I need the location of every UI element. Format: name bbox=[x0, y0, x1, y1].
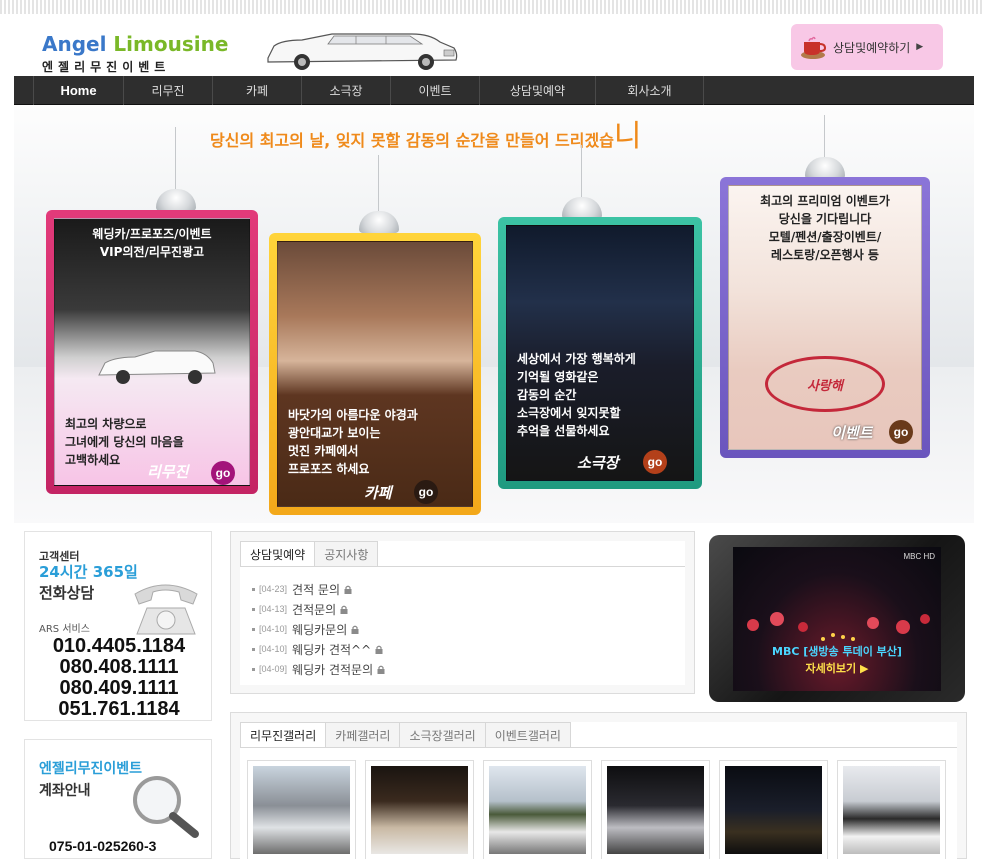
channel-logo: MBC HD bbox=[903, 552, 935, 561]
bullet-icon bbox=[252, 647, 255, 651]
bullet-icon bbox=[252, 627, 255, 631]
candle-lights bbox=[747, 612, 930, 641]
nav-item-limousine[interactable]: 리무진 bbox=[124, 76, 213, 105]
account-info-box: 엔젤리무진이벤트 계좌안내 075-01-025260-3 bbox=[24, 739, 212, 859]
gallery-tabs: 리무진갤러리 카페갤러리 소극장갤러리 이벤트갤러리 bbox=[240, 722, 571, 748]
gallery-thumbnail[interactable] bbox=[601, 760, 710, 859]
frame-sign-theater: 소극장 bbox=[577, 454, 619, 472]
nav-item-cafe[interactable]: 카페 bbox=[213, 76, 302, 105]
nav-item-reservation[interactable]: 상담및예약 bbox=[480, 76, 596, 105]
nav-item-theater[interactable]: 소극장 bbox=[302, 76, 391, 105]
ars-service-label: ARS 서비스 bbox=[39, 624, 90, 635]
board-panel: 상담및예약 공지사항 [04-23] 견적 문의 [04-13] 견적문의 [0… bbox=[230, 531, 695, 694]
white-limousine-image bbox=[98, 350, 216, 384]
banner-headline: 당신의 최고의 날, 잊지 못할 감동의 순간을 만들어 드리겠습니 bbox=[210, 119, 642, 154]
lock-icon bbox=[375, 645, 383, 654]
list-item[interactable]: [04-13] 견적문의 bbox=[252, 599, 385, 619]
go-button-cafe[interactable]: go bbox=[414, 480, 438, 504]
phone-number: 010.4405.1184 bbox=[52, 635, 186, 657]
phone-number-list: 010.4405.1184 080.408.1111 080.409.1111 … bbox=[31, 636, 207, 720]
nav-item-event[interactable]: 이벤트 bbox=[391, 76, 480, 105]
gallery-thumbnail[interactable] bbox=[365, 760, 474, 859]
telephone-icon bbox=[134, 584, 198, 635]
tab-event-gallery[interactable]: 이벤트갤러리 bbox=[484, 722, 571, 747]
customer-center-hours: 24시간 365일 bbox=[39, 563, 138, 581]
hero-banner: 당신의 최고의 날, 잊지 못할 감동의 순간을 만들어 드리겠습니 웨딩카/프… bbox=[14, 105, 974, 523]
frame-sign-limousine: 리무진 bbox=[147, 463, 189, 481]
bullet-icon bbox=[252, 667, 255, 671]
nav-spacer bbox=[14, 76, 34, 105]
limousine-car-image bbox=[267, 33, 458, 70]
top-dotted-border bbox=[0, 0, 983, 14]
reserve-button-label: 상담및예약하기 bbox=[833, 40, 911, 55]
ceiling-lamp bbox=[156, 189, 196, 211]
lock-icon bbox=[351, 625, 359, 634]
go-button-event[interactable]: go bbox=[889, 420, 913, 444]
customer-center-box: 고객센터 24시간 365일 전화상담 ARS 서비스 010.4405.118… bbox=[24, 531, 212, 721]
bullet-icon bbox=[252, 607, 255, 611]
site-logo[interactable]: Angel Limousine 엔젤리무진이벤트 bbox=[42, 32, 228, 75]
coffee-cup-icon bbox=[801, 36, 827, 59]
logo-word-angel: Angel bbox=[42, 32, 107, 56]
tab-cafe-gallery[interactable]: 카페갤러리 bbox=[325, 722, 401, 747]
video-caption-title: MBC [생방송 투데이 부산] bbox=[772, 645, 902, 658]
banner-headline-last-char: 니 bbox=[613, 119, 642, 154]
account-subtitle: 계좌안내 bbox=[39, 783, 91, 799]
main-nav: Home 리무진 카페 소극장 이벤트 상담및예약 회사소개 bbox=[14, 76, 974, 105]
list-item[interactable]: [04-10] 웨딩카 견적^^ bbox=[252, 639, 385, 659]
tab-notice[interactable]: 공지사항 bbox=[314, 541, 379, 566]
phone-number: 080.408.1111 bbox=[59, 656, 179, 678]
banner-frame-theater[interactable]: 세상에서 가장 행복하게 기억될 영화같은 감동의 순간 소극장에서 잊지못할 … bbox=[498, 217, 702, 489]
ceiling-lamp bbox=[359, 211, 399, 233]
customer-center-title: 고객센터 bbox=[39, 550, 80, 563]
lock-icon bbox=[340, 605, 348, 614]
lock-icon bbox=[377, 665, 385, 674]
video-screen: MBC HD MBC [생방송 투데이 부산] 자세히보기 ▶ bbox=[733, 547, 941, 691]
list-item[interactable]: [04-10] 웨딩카문의 bbox=[252, 619, 385, 639]
gallery-panel: 리무진갤러리 카페갤러리 소극장갤러리 이벤트갤러리 bbox=[230, 712, 967, 859]
customer-center-label: 전화상담 bbox=[39, 584, 95, 602]
go-button-theater[interactable]: go bbox=[643, 450, 667, 474]
video-caption-link[interactable]: 자세히보기 ▶ bbox=[733, 660, 941, 676]
list-item[interactable]: [04-23] 견적 문의 bbox=[252, 579, 385, 599]
board-list: [04-23] 견적 문의 [04-13] 견적문의 [04-10] 웨딩카문의… bbox=[252, 579, 385, 679]
frame-sign-cafe: 카페 bbox=[364, 484, 392, 502]
gallery-thumbnails bbox=[247, 760, 946, 859]
banner-frame-event[interactable]: 최고의 프리미엄 이벤트가 당신을 기다립니다 모텔/펜션/출장이벤트/ 레스토… bbox=[720, 177, 930, 458]
tab-theater-gallery[interactable]: 소극장갤러리 bbox=[399, 722, 486, 747]
list-item[interactable]: [04-09] 웨딩카 견적문의 bbox=[252, 659, 385, 679]
tv-video-banner[interactable]: MBC HD MBC [생방송 투데이 부산] 자세히보기 ▶ bbox=[709, 535, 965, 702]
go-button-limousine[interactable]: go bbox=[211, 461, 235, 485]
board-tabs: 상담및예약 공지사항 bbox=[240, 541, 379, 567]
lamp-cord bbox=[378, 155, 379, 217]
logo-word-limousine: Limousine bbox=[113, 32, 229, 56]
ceiling-lamp bbox=[562, 197, 602, 219]
nav-item-company[interactable]: 회사소개 bbox=[596, 76, 704, 105]
tab-limousine-gallery[interactable]: 리무진갤러리 bbox=[240, 722, 327, 748]
logo-korean: 엔젤리무진이벤트 bbox=[42, 60, 171, 74]
bullet-icon bbox=[252, 587, 255, 591]
lock-icon bbox=[344, 585, 352, 594]
tab-reservation[interactable]: 상담및예약 bbox=[240, 541, 316, 567]
reserve-button[interactable]: 상담및예약하기 ▶ bbox=[791, 24, 943, 70]
gallery-thumbnail[interactable] bbox=[719, 760, 828, 859]
lamp-cord bbox=[824, 115, 825, 161]
rose-petal-heart: 사랑해 bbox=[765, 356, 885, 412]
account-number: 075-01-025260-3 bbox=[49, 838, 157, 854]
ceiling-lamp bbox=[805, 157, 845, 179]
banner-frame-cafe[interactable]: 바닷가의 아름다운 야경과 광안대교가 보이는 멋진 카페에서 프로포즈 하세요… bbox=[269, 233, 481, 515]
lamp-cord bbox=[581, 145, 582, 205]
phone-number: 080.409.1111 bbox=[59, 677, 179, 699]
gallery-thumbnail[interactable] bbox=[247, 760, 356, 859]
nav-item-home[interactable]: Home bbox=[34, 76, 124, 105]
magnifier-icon bbox=[133, 776, 199, 838]
frame-sign-event: 이벤트 bbox=[831, 424, 873, 442]
gallery-thumbnail[interactable] bbox=[837, 760, 946, 859]
phone-number: 051.761.1184 bbox=[58, 698, 180, 720]
gallery-thumbnail[interactable] bbox=[483, 760, 592, 859]
banner-frame-limousine[interactable]: 웨딩카/프로포즈/이벤트 VIP의전/리무진광고 최고의 차량으로 그녀에게 당… bbox=[46, 210, 258, 494]
play-arrow-icon: ▶ bbox=[916, 42, 924, 52]
